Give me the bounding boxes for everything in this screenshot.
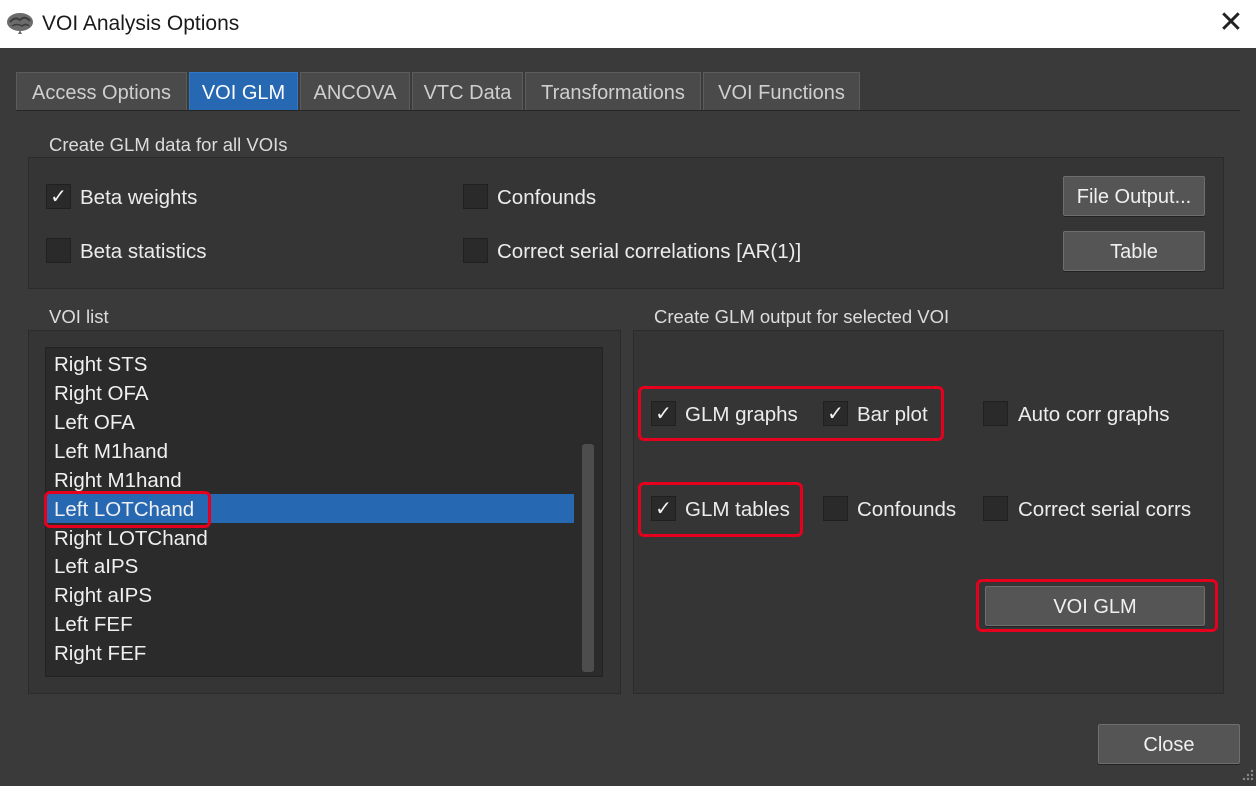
resize-grip-icon[interactable] xyxy=(1240,768,1254,782)
beta-weights-checkbox[interactable]: ✓ xyxy=(46,184,71,209)
list-item[interactable]: Right aIPS xyxy=(54,582,152,610)
tab-divider xyxy=(16,110,1240,111)
list-item[interactable]: Left FEF xyxy=(54,611,133,639)
close-window-icon[interactable]: ✕ xyxy=(1216,8,1246,38)
confounds-selected-checkbox[interactable] xyxy=(823,496,848,521)
voi-list-title: VOI list xyxy=(49,306,109,327)
glm-all-panel xyxy=(28,157,1224,289)
list-scrollbar[interactable] xyxy=(582,444,594,672)
highlight-glm-tables xyxy=(638,482,803,537)
tab-vtc-data[interactable]: VTC Data xyxy=(412,72,523,110)
tab-voi-functions[interactable]: VOI Functions xyxy=(703,72,860,110)
beta-statistics-label: Beta statistics xyxy=(80,240,207,263)
window-title: VOI Analysis Options xyxy=(42,12,240,35)
tab-transformations[interactable]: Transformations xyxy=(525,72,701,110)
list-item[interactable]: Left OFA xyxy=(54,409,135,437)
glm-selected-title: Create GLM output for selected VOI xyxy=(654,306,950,327)
beta-statistics-checkbox[interactable] xyxy=(46,238,71,263)
highlight-voi-glm-button xyxy=(976,579,1218,632)
confounds-all-checkbox[interactable] xyxy=(463,184,488,209)
serial-corr-label: Correct serial correlations [AR(1)] xyxy=(497,240,802,263)
serial-corrs-label: Correct serial corrs xyxy=(1018,498,1192,521)
list-item[interactable]: Right OFA xyxy=(54,380,149,408)
highlight-selected-voi xyxy=(44,491,211,528)
beta-weights-label: Beta weights xyxy=(80,186,198,209)
list-item[interactable]: Right STS xyxy=(54,351,147,379)
close-button[interactable]: Close xyxy=(1098,724,1240,764)
list-item[interactable]: Right FEF xyxy=(54,640,146,668)
title-bar: VOI Analysis Options ✕ xyxy=(0,0,1256,48)
list-item[interactable]: Right LOTChand xyxy=(54,525,208,553)
tab-ancova[interactable]: ANCOVA xyxy=(300,72,410,110)
serial-corr-checkbox[interactable] xyxy=(463,238,488,263)
list-item[interactable]: Left M1hand xyxy=(54,438,168,466)
highlight-graphs-barplot xyxy=(638,386,944,441)
tab-voi-glm[interactable]: VOI GLM xyxy=(189,72,298,110)
confounds-selected-label: Confounds xyxy=(857,498,957,521)
auto-corr-checkbox[interactable] xyxy=(983,401,1008,426)
tab-access-options[interactable]: Access Options xyxy=(16,72,187,110)
confounds-all-label: Confounds xyxy=(497,186,597,209)
list-item[interactable]: Left aIPS xyxy=(54,553,138,581)
glm-all-title: Create GLM data for all VOIs xyxy=(49,134,288,155)
brain-icon xyxy=(7,13,33,34)
table-button[interactable]: Table xyxy=(1063,231,1205,271)
serial-corrs-checkbox[interactable] xyxy=(983,496,1008,521)
file-output-button[interactable]: File Output... xyxy=(1063,176,1205,216)
auto-corr-label: Auto corr graphs xyxy=(1018,403,1170,426)
